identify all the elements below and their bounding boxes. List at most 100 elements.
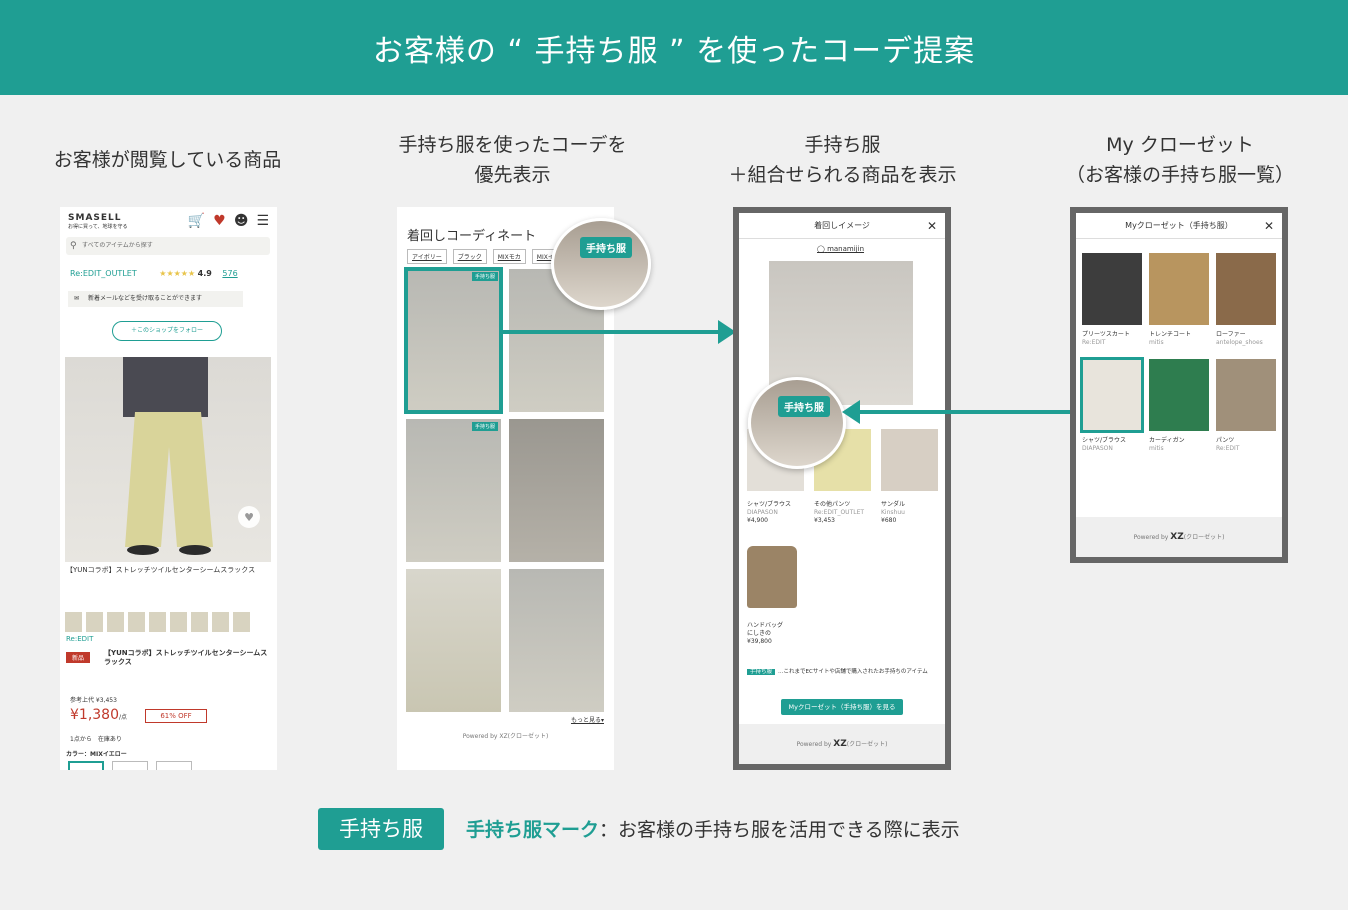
header-icons: 🛒 ♥ ☻ ☰ — [188, 213, 269, 229]
thumbnail[interactable] — [212, 612, 229, 632]
item-category: サンダル — [881, 501, 906, 508]
color-tag[interactable]: MIXモカ — [492, 249, 526, 264]
item-price: ¥4,900 — [747, 517, 768, 524]
thumbnail[interactable] — [65, 612, 82, 632]
arrow-left-icon — [842, 400, 1082, 424]
heart-icon[interactable]: ♥ — [213, 213, 226, 229]
search-input[interactable]: ⚲ すべてのアイテムから探す — [66, 237, 270, 255]
color-option[interactable] — [68, 761, 104, 770]
color-thumbnails — [65, 612, 250, 632]
color-tag[interactable]: ブラック — [452, 249, 487, 264]
closet-item[interactable]: パンツ Re:EDIT — [1216, 359, 1276, 453]
shop-info[interactable]: Re:EDIT_OUTLET ★★★★★ 4.9 576 — [70, 269, 270, 278]
coordinate-title: 着回しコーディネート — [407, 229, 537, 244]
see-more-link[interactable]: もっと見る▾ — [571, 715, 604, 724]
thumbnail[interactable] — [86, 612, 103, 632]
owned-badge: 手持ち服 — [471, 272, 498, 281]
powered-suffix: (クローゼット) — [846, 741, 888, 748]
color-option[interactable] — [156, 761, 192, 770]
item-image — [1082, 253, 1142, 325]
closet-item[interactable]: カーディガン mitis — [1149, 359, 1209, 453]
brand-tagline: お得に買って、地球を守る — [68, 224, 128, 230]
cart-icon[interactable]: 🛒 — [188, 213, 205, 229]
item-image — [881, 429, 938, 491]
instagram-icon: ◯ — [817, 245, 825, 253]
powered-prefix: Powered by — [1133, 534, 1169, 541]
closet-item[interactable]: シャツ/ブラウス DIAPASON — [1080, 357, 1144, 453]
coordinate-photo[interactable] — [509, 569, 604, 712]
coordinate-photo[interactable]: 手持ち服 — [406, 419, 501, 562]
product-name: 【YUNコラボ】ストレッチツイルセンターシームスラックス — [66, 566, 256, 574]
item-brand: mitis — [1149, 445, 1164, 452]
owned-badge: 手持ち服 — [778, 396, 830, 417]
xz-logo: XZ — [833, 739, 847, 749]
rating-stars: ★★★★★ — [159, 269, 196, 278]
header-banner: お客様の “ 手持ち服 ” を使ったコーデ提案 — [0, 0, 1348, 95]
search-icon: ⚲ — [70, 241, 77, 251]
color-tags: アイボリー ブラック MIXモカ MIXイ — [407, 249, 559, 264]
shop-name[interactable]: Re:EDIT_OUTLET — [70, 269, 137, 278]
column-title-text: 優先表示 — [474, 164, 551, 186]
item-card[interactable]: サンダル Kinshuu ¥680 — [881, 429, 938, 525]
closet-item[interactable]: プリーツスカート Re:EDIT — [1082, 253, 1142, 347]
price-unit: /点 — [119, 714, 128, 721]
menu-icon[interactable]: ☰ — [256, 213, 269, 229]
brand-logo[interactable]: SMASELL お得に買って、地球を守る — [68, 213, 128, 230]
powered-prefix: Powered by — [796, 741, 832, 748]
owned-badge: 手持ち服 — [747, 669, 776, 675]
thumbnail[interactable] — [149, 612, 166, 632]
item-category: シャツ/ブラウス — [1082, 437, 1127, 444]
item-category: トレンチコート — [1149, 331, 1192, 338]
review-count[interactable]: 576 — [222, 269, 237, 278]
item-category: カーディガン — [1149, 437, 1185, 444]
thumbnail[interactable] — [191, 612, 208, 632]
item-image — [1149, 253, 1209, 325]
color-tag[interactable]: アイボリー — [407, 249, 447, 264]
arrow-right-icon — [500, 320, 736, 344]
mail-notice: ✉ 新着メールなどを受け取ることができます — [68, 291, 243, 307]
owned-badge: 手持ち服 — [580, 237, 632, 258]
legend-description: ：お客様の手持ち服を活用できる際に表示 — [599, 819, 960, 841]
closet-item[interactable]: トレンチコート mitis — [1149, 253, 1209, 347]
color-options — [68, 761, 192, 770]
owned-item-zoom — [551, 218, 651, 310]
item-image — [1216, 253, 1276, 325]
thumbnail[interactable] — [233, 612, 250, 632]
item-category: シャツ/ブラウス — [747, 501, 792, 508]
item-brand: Kinshuu — [881, 509, 905, 516]
item-card[interactable]: ハンドバッグ にしきの ¥39,800 — [747, 546, 807, 646]
item-category: ハンドバッグ — [747, 622, 784, 629]
close-icon[interactable]: ✕ — [927, 213, 937, 239]
instagram-link[interactable]: ◯ manamijin — [817, 245, 864, 253]
discount-badge: 61% OFF — [145, 709, 207, 723]
column-title-3: 手持ち服 ＋組合せられる商品を表示 — [690, 130, 995, 190]
coordinate-photo[interactable] — [406, 569, 501, 712]
product-title: 【YUNコラボ】ストレッチツイルセンターシームスラックス — [104, 649, 268, 666]
coordinate-photo[interactable]: 手持ち服 — [404, 267, 503, 414]
follow-shop-button[interactable]: ＋このショップをフォロー — [112, 321, 222, 341]
item-image — [1149, 359, 1209, 431]
thumbnail[interactable] — [170, 612, 187, 632]
mail-text: 新着メールなどを受け取ることができます — [88, 295, 203, 302]
my-closet-button[interactable]: Myクローゼット（手持ち服）を見る — [781, 699, 903, 715]
item-price: ¥39,800 — [747, 638, 772, 645]
thumbnail[interactable] — [128, 612, 145, 632]
shop-label[interactable]: Re:EDIT — [66, 635, 93, 643]
item-brand: antelope_shoes — [1216, 339, 1263, 346]
stock-status: 1点から 在庫あり — [70, 736, 122, 743]
product-photo[interactable]: ♥ — [65, 357, 271, 562]
reference-price: 参考上代 ¥3,453 — [70, 697, 117, 704]
powered-by: Powered by XZ(クローゼット) — [1076, 517, 1282, 557]
item-price: ¥3,453 — [814, 517, 835, 524]
closet-item[interactable]: ローファー antelope_shoes — [1216, 253, 1276, 347]
item-brand: にしきの — [747, 630, 772, 637]
color-option[interactable] — [112, 761, 148, 770]
close-icon[interactable]: ✕ — [1264, 213, 1274, 239]
coordinate-photo[interactable] — [509, 419, 604, 562]
legend-badge: 手持ち服 — [318, 808, 444, 850]
svg-text:♥: ♥ — [244, 511, 254, 524]
my-closet-modal: Myクローゼット（手持ち服） ✕ プリーツスカート Re:EDIT トレンチコー… — [1070, 207, 1288, 563]
user-icon[interactable]: ☻ — [234, 213, 249, 229]
column-title-1: お客様が閲覧している商品 — [20, 145, 315, 175]
thumbnail[interactable] — [107, 612, 124, 632]
